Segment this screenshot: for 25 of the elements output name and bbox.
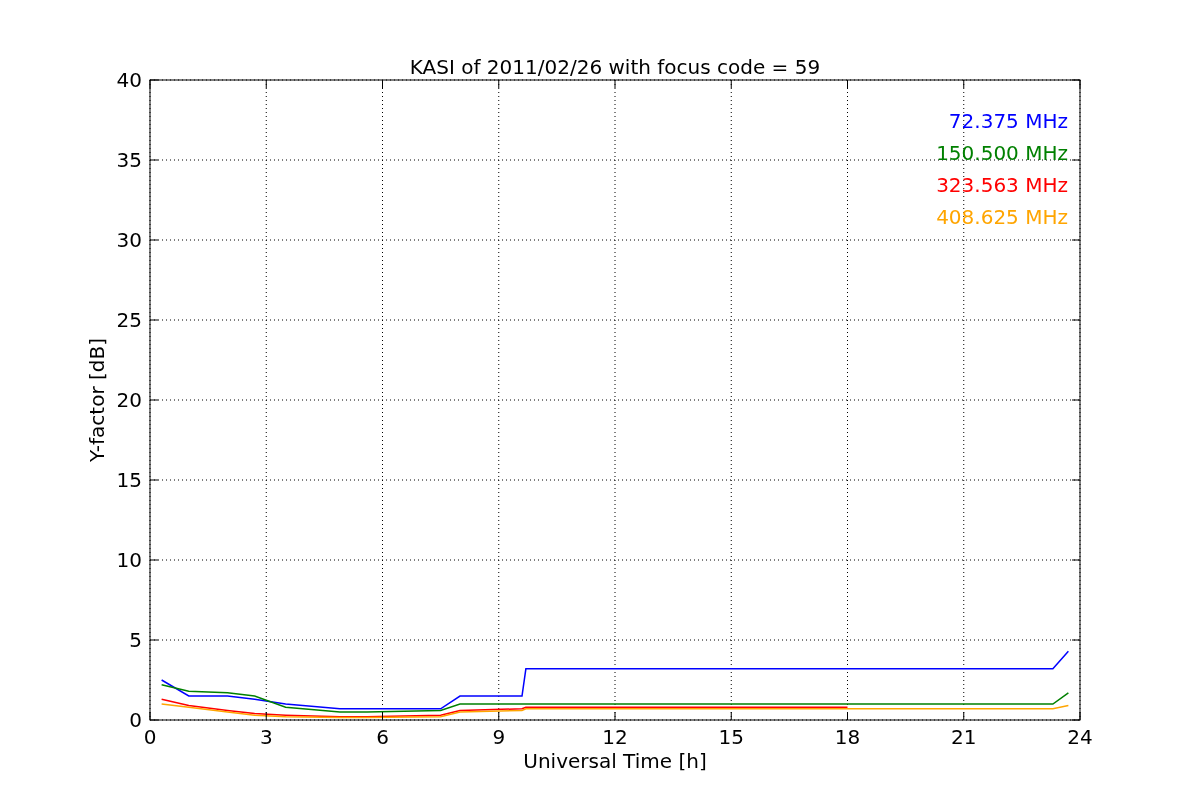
x-axis-label: Universal Time [h] (523, 749, 707, 773)
x-tick-label: 6 (376, 725, 389, 749)
x-tick-label: 21 (951, 725, 977, 749)
x-tick-label: 24 (1067, 725, 1093, 749)
y-tick-label: 0 (129, 708, 142, 732)
chart-title: KASI of 2011/02/26 with focus code = 59 (409, 55, 821, 79)
y-tick-label: 20 (116, 388, 142, 412)
y-tick-label: 25 (116, 308, 142, 332)
legend-label: 150.500 MHz (936, 141, 1068, 165)
x-tick-label: 12 (602, 725, 628, 749)
y-tick-label: 40 (116, 68, 142, 92)
legend-label: 72.375 MHz (948, 109, 1068, 133)
y-tick-label: 35 (116, 148, 142, 172)
x-tick-label: 9 (492, 725, 506, 749)
y-tick-label: 10 (116, 548, 142, 572)
x-tick-label: 15 (718, 725, 744, 749)
x-tick-label: 0 (143, 725, 157, 749)
legend-label: 408.625 MHz (936, 205, 1068, 229)
x-tick-label: 18 (834, 725, 861, 749)
y-axis-label: Y-factor [dB] (85, 338, 109, 462)
y-tick-label: 15 (116, 468, 142, 492)
legend-label: 323.563 MHz (936, 173, 1068, 197)
y-tick-label: 5 (129, 628, 142, 652)
x-tick-label: 3 (259, 725, 273, 749)
y-tick-label: 30 (116, 228, 142, 252)
